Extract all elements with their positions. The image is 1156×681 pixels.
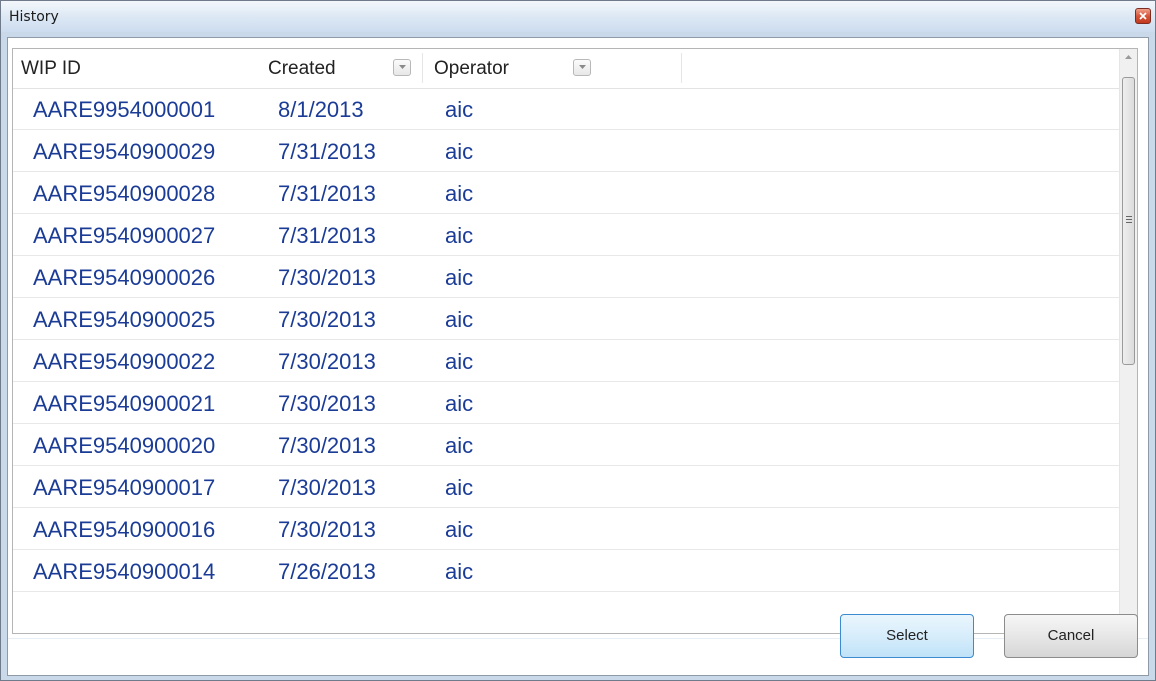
table-row[interactable]: AARE9540900017 7/30/2013 aic [13, 466, 1121, 508]
table-row[interactable]: AARE9540900029 7/31/2013 aic [13, 130, 1121, 172]
cell-wip-id: AARE9540900016 [33, 517, 216, 542]
table-row[interactable]: AARE9540900016 7/30/2013 aic [13, 508, 1121, 550]
cell-wip-id: AARE9540900021 [33, 391, 216, 416]
filter-dropdown-icon [399, 65, 406, 69]
table-row[interactable]: AARE9540900025 7/30/2013 aic [13, 298, 1121, 340]
grid-rows: AARE9954000001 8/1/2013 aic AARE9540900029… [13, 88, 1121, 592]
cell-operator: aic [445, 433, 474, 458]
history-dialog: History WIP ID Created Operator AARE9954… [0, 0, 1156, 681]
table-row[interactable]: AARE9540900027 7/31/2013 aic [13, 214, 1121, 256]
cell-created: 7/31/2013 [278, 223, 376, 248]
cell-operator: aic [445, 517, 474, 542]
vertical-scrollbar[interactable] [1119, 49, 1137, 633]
column-header-wip-id[interactable]: WIP ID [21, 49, 81, 87]
cell-created: 8/1/2013 [278, 97, 364, 122]
created-filter-button[interactable] [393, 59, 411, 76]
cell-operator: aic [445, 97, 474, 122]
scroll-up-button[interactable] [1120, 49, 1137, 66]
table-row[interactable]: AARE9540900026 7/30/2013 aic [13, 256, 1121, 298]
cell-operator: aic [445, 391, 474, 416]
table-row[interactable]: AARE9540900028 7/31/2013 aic [13, 172, 1121, 214]
cell-wip-id: AARE9540900028 [33, 181, 216, 206]
grid-header: WIP ID Created Operator [13, 49, 1121, 89]
cell-created: 7/26/2013 [278, 559, 376, 584]
dialog-body: WIP ID Created Operator AARE9954000001 8/… [7, 37, 1149, 676]
cell-wip-id: AARE9540900029 [33, 139, 216, 164]
column-header-created[interactable]: Created [268, 49, 336, 87]
history-grid: WIP ID Created Operator AARE9954000001 8/… [12, 48, 1138, 634]
cell-wip-id: AARE9540900022 [33, 349, 216, 374]
cell-wip-id: AARE9954000001 [33, 97, 216, 122]
table-row[interactable]: AARE9540900022 7/30/2013 aic [13, 340, 1121, 382]
column-divider[interactable] [422, 53, 423, 83]
cell-created: 7/30/2013 [278, 265, 376, 290]
title-bar[interactable]: History [1, 1, 1155, 32]
cell-created: 7/31/2013 [278, 181, 376, 206]
cell-operator: aic [445, 223, 474, 248]
close-button[interactable] [1135, 8, 1151, 24]
cell-created: 7/31/2013 [278, 139, 376, 164]
cell-created: 7/30/2013 [278, 307, 376, 332]
column-divider[interactable] [681, 53, 682, 83]
table-row[interactable]: AARE9540900020 7/30/2013 aic [13, 424, 1121, 466]
cell-wip-id: AARE9540900025 [33, 307, 216, 332]
cell-created: 7/30/2013 [278, 391, 376, 416]
cell-operator: aic [445, 559, 474, 584]
operator-filter-button[interactable] [573, 59, 591, 76]
cell-wip-id: AARE9540900020 [33, 433, 216, 458]
cell-wip-id: AARE9540900027 [33, 223, 216, 248]
close-icon [1139, 12, 1147, 20]
cell-created: 7/30/2013 [278, 433, 376, 458]
table-row[interactable]: AARE9540900014 7/26/2013 aic [13, 550, 1121, 592]
cancel-button[interactable]: Cancel [1004, 614, 1138, 658]
scrollbar-thumb[interactable] [1122, 77, 1135, 365]
cell-wip-id: AARE9540900026 [33, 265, 216, 290]
cell-operator: aic [445, 307, 474, 332]
window-title: History [9, 9, 59, 25]
cell-wip-id: AARE9540900014 [33, 559, 216, 584]
cell-created: 7/30/2013 [278, 349, 376, 374]
cell-wip-id: AARE9540900017 [33, 475, 216, 500]
cell-operator: aic [445, 181, 474, 206]
column-header-operator[interactable]: Operator [434, 49, 509, 87]
scroll-up-arrow-icon [1125, 55, 1132, 59]
cell-operator: aic [445, 139, 474, 164]
cell-operator: aic [445, 349, 474, 374]
cell-created: 7/30/2013 [278, 475, 376, 500]
footer-divider [8, 638, 1148, 639]
table-row[interactable]: AARE9954000001 8/1/2013 aic [13, 88, 1121, 130]
cell-operator: aic [445, 265, 474, 290]
cell-operator: aic [445, 475, 474, 500]
select-button[interactable]: Select [840, 614, 974, 658]
cell-created: 7/30/2013 [278, 517, 376, 542]
table-row[interactable]: AARE9540900021 7/30/2013 aic [13, 382, 1121, 424]
filter-dropdown-icon [579, 65, 586, 69]
